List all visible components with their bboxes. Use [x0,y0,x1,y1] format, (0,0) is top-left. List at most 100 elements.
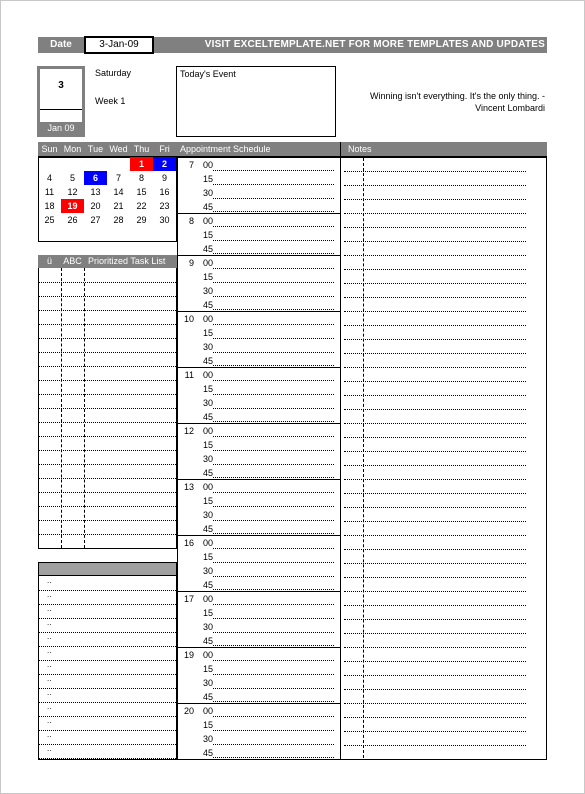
calendar-day[interactable]: 2 [153,157,176,171]
calendar-day[interactable]: 14 [107,185,130,199]
promo-link[interactable]: VISIT EXCELTEMPLATE.NET FOR MORE TEMPLAT… [160,37,545,53]
time-slot[interactable]: 45 [178,466,340,480]
time-slot[interactable]: 30 [178,340,340,354]
task-row[interactable] [39,325,176,339]
list-item[interactable]: .. [39,703,176,717]
time-slot[interactable]: 45 [178,354,340,368]
notes-line[interactable] [344,494,526,508]
list-item[interactable]: .. [39,605,176,619]
calendar-day[interactable]: 27 [84,213,107,227]
notes-line[interactable] [344,298,526,312]
time-slot[interactable]: 45 [178,200,340,214]
notes-line[interactable] [344,354,526,368]
task-row[interactable] [39,535,176,549]
date-input[interactable]: 3-Jan-09 [84,36,154,54]
notes-line[interactable] [344,578,526,592]
time-slot[interactable]: 15 [178,438,340,452]
calendar-day[interactable]: 22 [130,199,153,213]
notes-line[interactable] [344,410,526,424]
notes-line[interactable] [344,704,526,718]
time-slot[interactable]: 15 [178,550,340,564]
time-slot[interactable]: 30 [178,732,340,746]
notes-line[interactable] [344,550,526,564]
notes-line[interactable] [344,158,526,172]
calendar-day[interactable]: 30 [153,213,176,227]
notes-line[interactable] [344,172,526,186]
task-row[interactable] [39,451,176,465]
time-slot[interactable]: 30 [178,508,340,522]
notes-line[interactable] [344,396,526,410]
task-row[interactable] [39,493,176,507]
time-slot[interactable]: 45 [178,634,340,648]
time-slot[interactable]: 45 [178,242,340,256]
calendar-day[interactable]: 7 [107,171,130,185]
time-slot[interactable]: 10 00 [178,312,340,326]
notes-line[interactable] [344,256,526,270]
task-row[interactable] [39,283,176,297]
time-slot[interactable]: 30 [178,676,340,690]
task-row[interactable] [39,353,176,367]
notes-line[interactable] [344,270,526,284]
calendar-day[interactable]: 19 [61,199,84,213]
time-slot[interactable]: 30 [178,284,340,298]
notes-line[interactable] [344,480,526,494]
time-slot[interactable]: 8 00 [178,214,340,228]
calendar-day[interactable]: 18 [38,199,61,213]
notes-line[interactable] [344,186,526,200]
calendar-day[interactable]: 23 [153,199,176,213]
time-slot[interactable]: 15 [178,718,340,732]
time-slot[interactable]: 45 [178,410,340,424]
time-slot[interactable]: 30 [178,564,340,578]
task-row[interactable] [39,507,176,521]
calendar-day[interactable]: 25 [38,213,61,227]
notes-line[interactable] [344,592,526,606]
time-slot[interactable]: 30 [178,452,340,466]
time-slot[interactable]: 19 00 [178,648,340,662]
notes-line[interactable] [344,676,526,690]
notes-line[interactable] [344,606,526,620]
calendar-day[interactable]: 13 [84,185,107,199]
time-slot[interactable]: 45 [178,298,340,312]
time-slot[interactable]: 15 [178,172,340,186]
task-row[interactable] [39,311,176,325]
task-row[interactable] [39,297,176,311]
list-item[interactable]: .. [39,577,176,591]
task-row[interactable] [39,339,176,353]
calendar-day[interactable]: 12 [61,185,84,199]
task-row[interactable] [39,269,176,283]
calendar-day[interactable]: 4 [38,171,61,185]
notes-line[interactable] [344,634,526,648]
calendar-day[interactable]: 8 [130,171,153,185]
list-item[interactable]: .. [39,731,176,745]
notes-line[interactable] [344,424,526,438]
notes-line[interactable] [344,438,526,452]
calendar-day[interactable]: 11 [38,185,61,199]
notes-line[interactable] [344,620,526,634]
time-slot[interactable]: 9 00 [178,256,340,270]
calendar-day[interactable]: 1 [130,157,153,171]
time-slot[interactable]: 13 00 [178,480,340,494]
calendar-day[interactable]: 21 [107,199,130,213]
time-slot[interactable]: 15 [178,606,340,620]
task-row[interactable] [39,423,176,437]
notes-line[interactable] [344,522,526,536]
list-item[interactable]: .. [39,633,176,647]
calendar-day[interactable]: 15 [130,185,153,199]
list-item[interactable]: .. [39,619,176,633]
notes-line[interactable] [344,648,526,662]
time-slot[interactable]: 15 [178,382,340,396]
notes-line[interactable] [344,242,526,256]
notes-line[interactable] [344,228,526,242]
time-slot[interactable]: 15 [178,326,340,340]
notes-line[interactable] [344,536,526,550]
task-row[interactable] [39,479,176,493]
task-row[interactable] [39,437,176,451]
task-row[interactable] [39,409,176,423]
time-slot[interactable]: 30 [178,186,340,200]
notes-line[interactable] [344,690,526,704]
task-row[interactable] [39,521,176,535]
calendar-day[interactable]: 26 [61,213,84,227]
list-item[interactable]: .. [39,689,176,703]
time-slot[interactable]: 17 00 [178,592,340,606]
time-slot[interactable]: 15 [178,270,340,284]
